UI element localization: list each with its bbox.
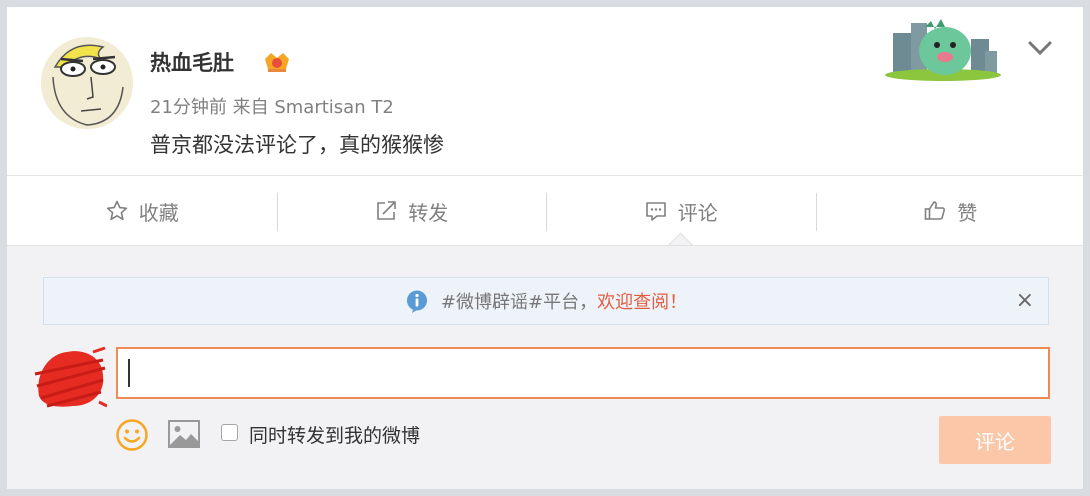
post-meta: 21分钟前 来自 Smartisan T2 — [150, 97, 394, 118]
post-text: 普京都没法评论了，真的猴猴惨 — [150, 133, 444, 157]
star-icon — [106, 200, 127, 221]
vip-badge-icon[interactable] — [262, 49, 292, 75]
notice-text: #微博辟谣#平台， — [440, 292, 598, 313]
text-caret — [128, 359, 130, 387]
weibo-post-card: 热血毛肚 21分钟前 来自 Smartisan T2 普京都没法评论了，真的猴猴… — [6, 6, 1084, 490]
dinosaur-sticker-icon — [885, 19, 1001, 81]
repost-label: 转发 — [408, 200, 449, 225]
notice-link[interactable]: 欢迎查阅！ — [597, 288, 687, 314]
image-icon[interactable] — [167, 419, 201, 449]
comment-label: 评论 — [677, 200, 718, 225]
info-icon — [406, 290, 427, 313]
repost-button[interactable]: 转发 — [276, 176, 547, 246]
favorite-button[interactable]: 收藏 — [7, 176, 277, 246]
comment-input[interactable] — [116, 347, 1050, 399]
submit-comment-button[interactable]: 评论 — [939, 416, 1051, 464]
user-avatar[interactable] — [41, 37, 133, 129]
rumor-notice-banner: #微博辟谣#平台， 欢迎查阅！ × — [43, 277, 1049, 325]
comment-panel: #微博辟谣#平台， 欢迎查阅！ × 同时转发到我的微博 评论 — [7, 245, 1083, 489]
share-icon — [377, 201, 397, 220]
action-bar: 收藏 转发 评论 赞 — [7, 175, 1084, 246]
forward-checkbox-label[interactable]: 同时转发到我的微博 — [249, 421, 420, 448]
thumbs-up-icon — [924, 201, 946, 220]
emoji-icon[interactable] — [115, 418, 149, 452]
forward-checkbox[interactable] — [221, 424, 238, 441]
my-avatar — [34, 346, 107, 408]
chevron-down-icon[interactable] — [1025, 37, 1055, 59]
comment-icon — [645, 202, 666, 221]
like-label: 赞 — [957, 200, 978, 225]
username[interactable]: 热血毛肚 — [150, 47, 234, 77]
close-icon[interactable]: × — [1016, 288, 1034, 314]
like-button[interactable]: 赞 — [815, 176, 1084, 246]
favorite-label: 收藏 — [138, 200, 179, 225]
